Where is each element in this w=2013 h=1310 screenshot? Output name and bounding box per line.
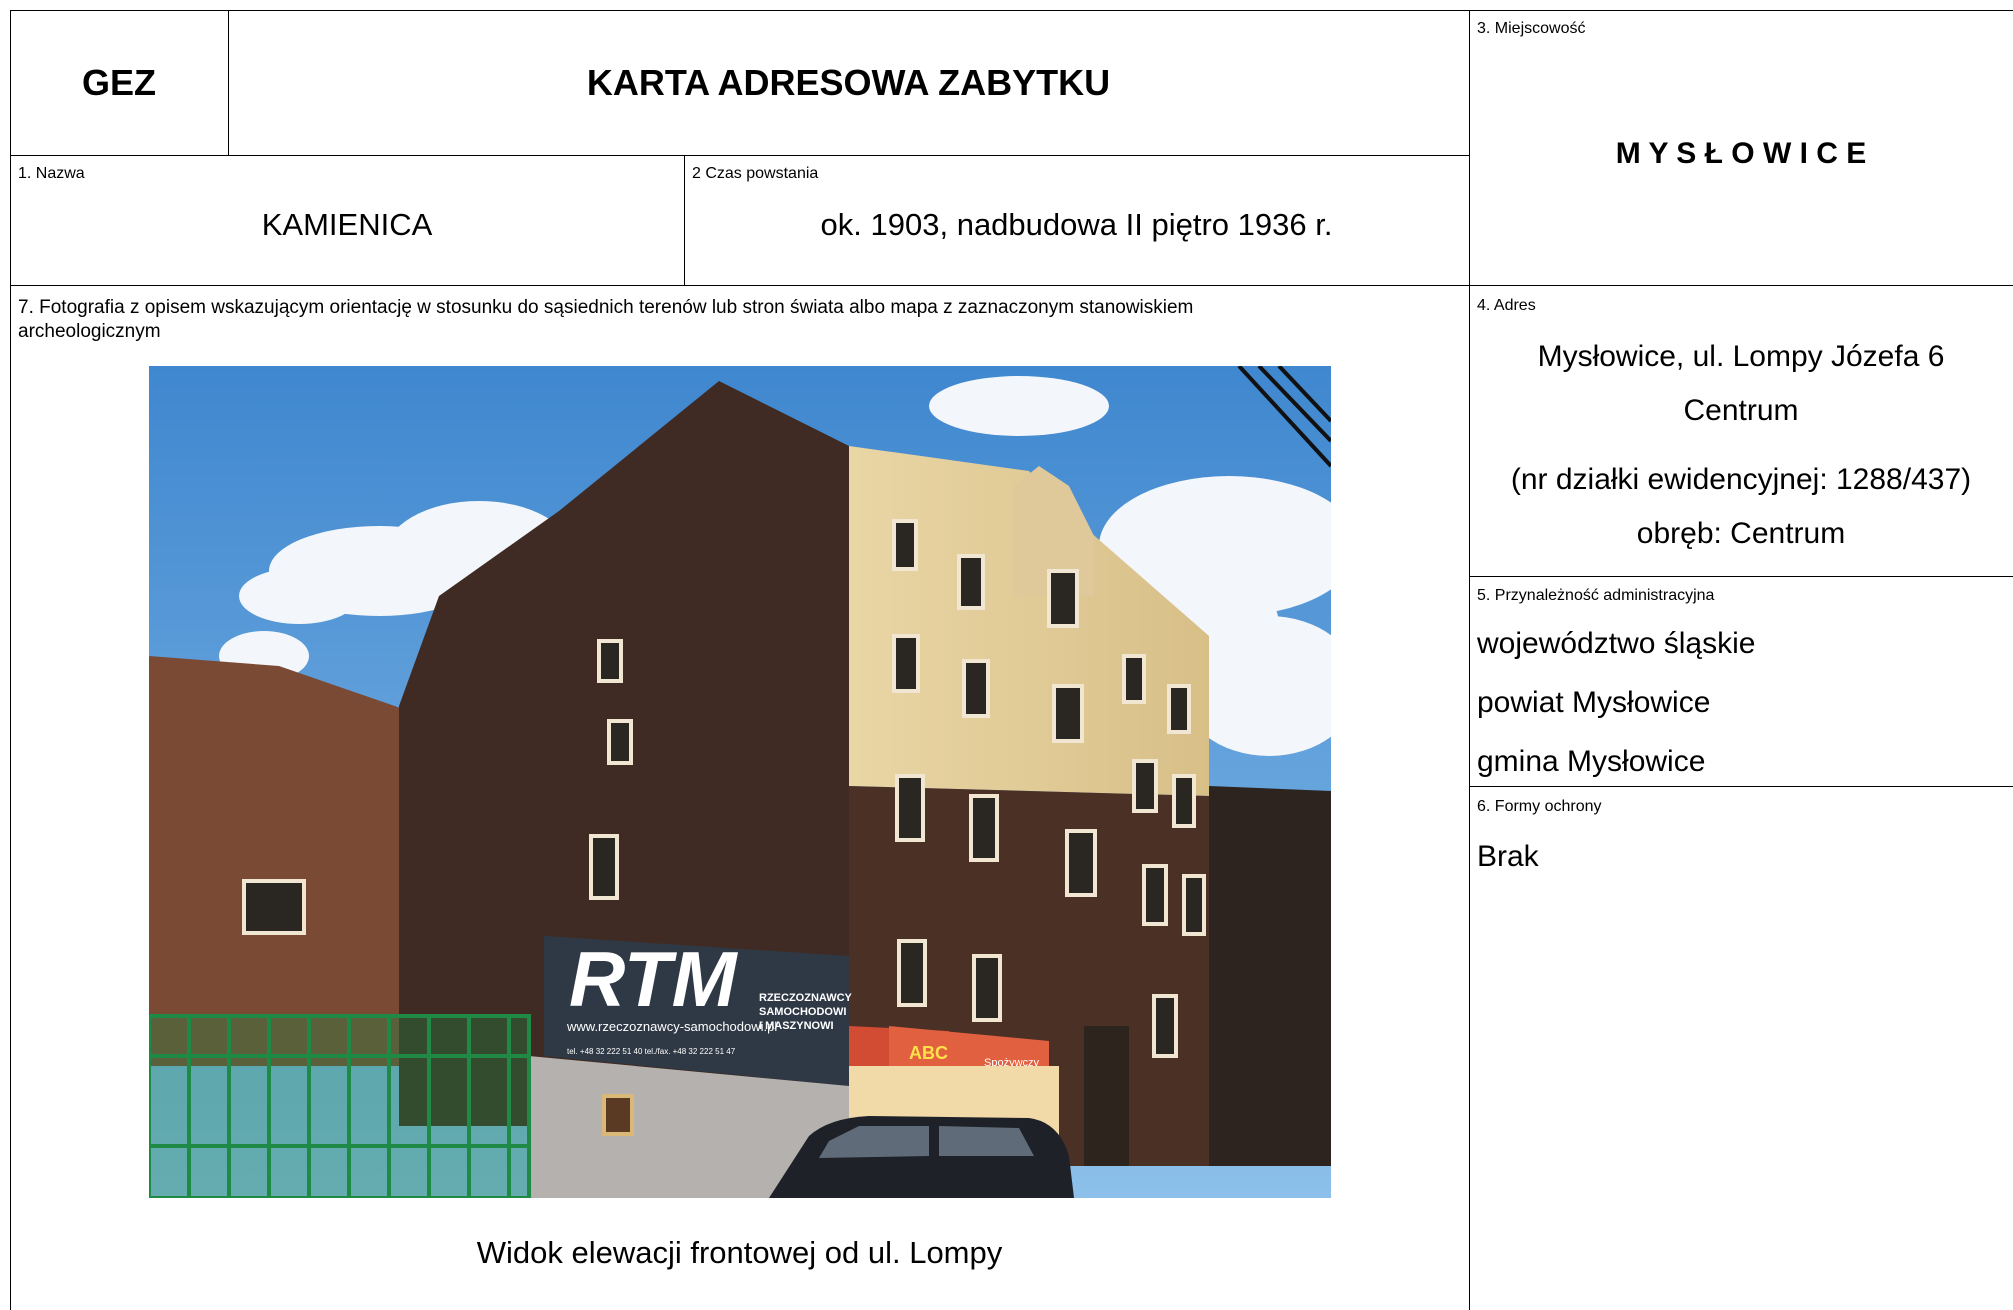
building-photo: RTM RZECZOZNAWCY SAMOCHODOWI I MASZYNOWI… [149,366,1331,1198]
locality-label: 3. Miejscowość [1477,20,1586,37]
photo-label-line2: archeologicznym [18,321,161,342]
date-label: 2 Czas powstania [692,165,819,182]
admin-commune: gmina Mysłowice [1477,745,1706,778]
address-precinct: obręb: Centrum [1636,517,1846,550]
protection-label: 6. Formy ochrony [1477,798,1602,815]
name-value: KAMIENICA [261,207,433,242]
photo-caption: Widok elewacji frontowej od ul. Lompy [476,1235,1003,1270]
border-header-bottom [10,155,1469,156]
border-admin-bottom [1469,786,2013,787]
admin-label: 5. Przynależność administracyjna [1477,587,1715,604]
svg-text:SAMOCHODOWI: SAMOCHODOWI [759,1006,846,1018]
right-building [1209,786,1331,1166]
svg-text:ABC: ABC [909,1043,948,1063]
small-window [602,1094,634,1136]
date-value: ok. 1903, nadbudowa II piętro 1936 r. [820,207,1333,242]
svg-text:RZECZOZNAWCY: RZECZOZNAWCY [759,992,853,1004]
border-name-bottom [10,285,2013,286]
green-fence [149,1014,531,1198]
monument-address-card: GEZ KARTA ADRESOWA ZABYTKU 3. Miejscowoś… [0,0,2013,1310]
address-street: Mysłowice, ul. Lompy Józefa 6 [1537,340,1945,373]
svg-text:RTM: RTM [569,935,739,1023]
border-top [10,10,2013,11]
address-label: 4. Adres [1477,297,1536,314]
svg-text:www.rzeczoznawcy-samochodowi.p: www.rzeczoznawcy-samochodowi.pl [566,1019,777,1034]
admin-county: powiat Mysłowice [1477,686,1711,719]
svg-text:tel. +48 32 222 51 40 tel./f: tel. +48 32 222 51 40 tel./fax. +48 32 2… [567,1047,736,1056]
card-code: GEZ [81,62,156,103]
left-building [149,656,409,1066]
locality-value: M Y S Ł O W I C E [1615,137,1867,170]
name-label: 1. Nazwa [18,165,85,182]
address-district: Centrum [1683,394,1799,427]
border-right-column [1469,10,1470,1310]
protection-value: Brak [1477,840,1539,873]
photo-label-line1: 7. Fotografia z opisem wskazującym orien… [18,297,1194,318]
border-left [10,10,11,1310]
card-title: KARTA ADRESOWA ZABYTKU [586,62,1111,103]
entrance-door [1084,1026,1129,1166]
address-parcel: (nr działki ewidencyjnej: 1288/437) [1510,463,1972,496]
admin-voivodeship: województwo śląskie [1477,627,1756,660]
border-address-bottom [1469,576,2013,577]
